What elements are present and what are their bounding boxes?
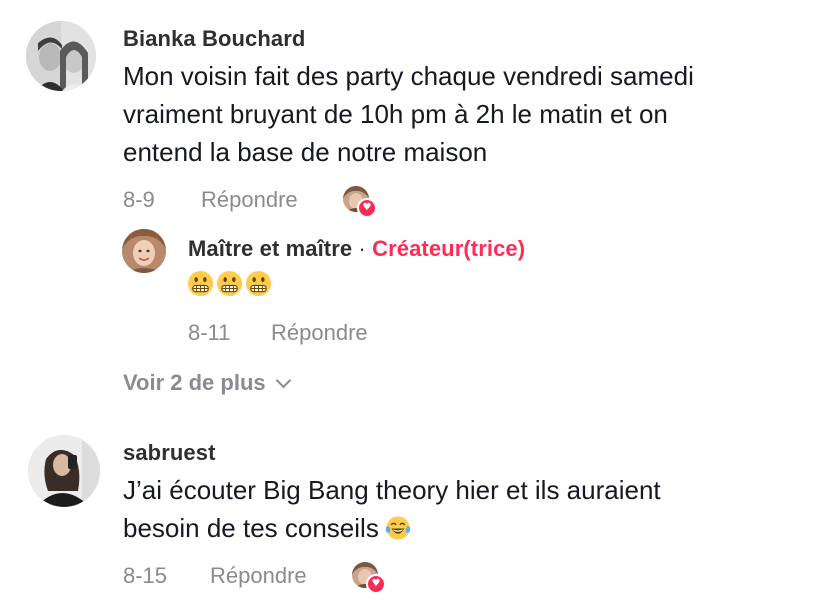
view-more-replies-button[interactable]: Voir 2 de plus <box>123 370 291 396</box>
reply-text <box>187 270 272 297</box>
comment-item: Bianka Bouchard Mon voisin fait des part… <box>0 0 818 410</box>
comment-item: sabruest J’ai écouter Big Bang theory hi… <box>0 410 818 608</box>
comment-text-line: J’ai écouter Big Bang theory hier et ils… <box>123 475 661 505</box>
reply-button[interactable]: Répondre <box>201 187 298 213</box>
avatar[interactable] <box>26 21 96 91</box>
reply-date: 8-11 <box>188 320 231 345</box>
comment-text-line: besoin de tes conseils <box>123 513 379 543</box>
view-more-label: Voir 2 de plus <box>123 370 266 395</box>
comment-text-line-wrap: besoin de tes conseils <box>123 509 661 547</box>
reply-button[interactable]: Répondre <box>210 563 307 589</box>
comment-text-line: entend la base de notre maison <box>123 137 488 167</box>
grimacing-face-icon <box>216 270 243 297</box>
comment-username[interactable]: Bianka Bouchard <box>123 26 305 52</box>
comment-text-line: Mon voisin fait des party chaque vendred… <box>123 61 694 91</box>
creator-liked-badge: ♥ <box>352 562 386 594</box>
comment-date: 8-15 <box>123 563 168 588</box>
comment-date: 8-9 <box>123 187 155 212</box>
comment-username[interactable]: sabruest <box>123 440 216 466</box>
creator-avatar-photo <box>122 229 166 273</box>
avatar-photo <box>26 21 96 91</box>
comment-text: J’ai écouter Big Bang theory hier et ils… <box>123 471 661 547</box>
comment-text-line: vraiment bruyant de 10h pm à 2h le matin… <box>123 99 668 129</box>
avatar[interactable] <box>122 229 166 273</box>
reply-username: Maître et maître · Créateur(trice) <box>188 236 525 262</box>
heart-icon: ♥ <box>357 198 377 218</box>
reply-author[interactable]: Maître et maître <box>188 236 352 261</box>
chevron-down-icon <box>275 372 291 389</box>
creator-badge: Créateur(trice) <box>372 236 526 261</box>
grimacing-face-icon <box>187 270 214 297</box>
creator-liked-badge: ♥ <box>343 186 377 218</box>
grimacing-face-icon <box>245 270 272 297</box>
reply-button[interactable]: Répondre <box>271 320 368 346</box>
name-separator: · <box>352 236 373 261</box>
face-with-tears-of-joy-icon <box>385 516 411 540</box>
heart-icon: ♥ <box>366 574 386 594</box>
avatar-photo <box>28 435 100 507</box>
avatar[interactable] <box>28 435 100 507</box>
comment-text: Mon voisin fait des party chaque vendred… <box>123 57 694 171</box>
